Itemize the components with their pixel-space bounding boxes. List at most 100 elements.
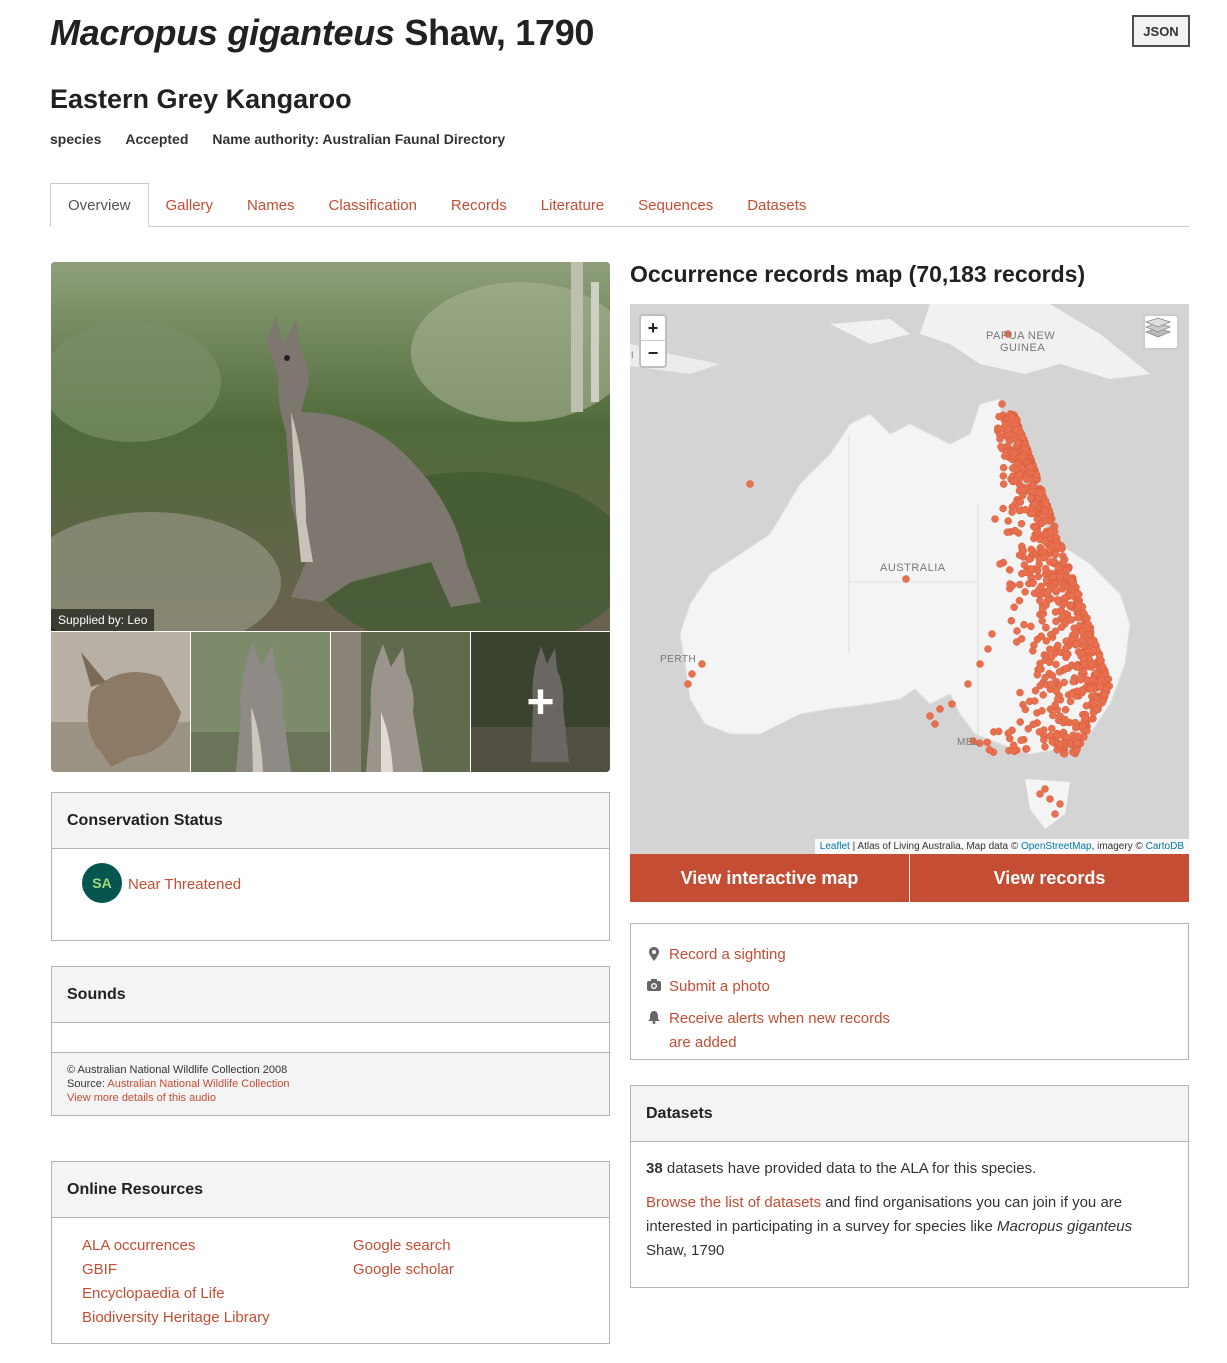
tab-datasets[interactable]: Datasets [730,183,823,227]
json-button[interactable]: JSON [1132,15,1190,47]
cartodb-link[interactable]: CartoDB [1146,841,1184,852]
occurrence-point [1052,687,1060,695]
actions-panel: Record a sighting Submit a photo Receive… [630,923,1189,1060]
occurrence-point [1062,732,1070,741]
receive-alerts-link[interactable]: Receive alerts when new records [669,1010,890,1027]
occurrence-point [1052,660,1060,669]
occurrence-point [1048,738,1057,746]
record-sighting-item[interactable]: Record a sighting [647,943,786,967]
conservation-status-link[interactable]: Near Threatened [128,876,241,893]
occurrence-point [976,660,984,668]
occurrence-point [1059,558,1068,566]
occurrence-point [902,575,910,583]
resource-link-ala-occurrences[interactable]: ALA occurrences [82,1237,195,1254]
occurrence-point [1080,642,1089,650]
resource-link-gbif[interactable]: GBIF [82,1261,117,1278]
occurrence-map[interactable]: PAPUA NEW GUINEA AUSTRALIA PERTH MEL I +… [630,304,1189,854]
view-records-button[interactable]: View records [910,854,1189,902]
osm-link[interactable]: OpenStreetMap [1021,841,1092,852]
occurrence-point [684,680,692,688]
occurrence-point [1063,566,1071,575]
panel-title: Datasets [631,1086,1188,1142]
map-marker-icon [649,947,659,961]
occurrence-point [1067,576,1075,585]
occurrence-point [1060,750,1069,758]
occurrence-point [1074,663,1082,671]
occurrence-point [1031,686,1040,695]
submit-photo-item[interactable]: Submit a photo [647,975,770,999]
rank-label: species [50,131,102,147]
occurrence-point [1051,585,1060,593]
audio-attribution: © Australian National Wildlife Collectio… [52,1053,609,1115]
main-species-image[interactable]: Supplied by: Leo [51,262,610,631]
gallery-thumbnail[interactable] [191,632,330,772]
occurrence-point [1042,564,1050,573]
resource-link-bhl[interactable]: Biodiversity Heritage Library [82,1309,270,1326]
occurrence-point [1020,620,1028,629]
browse-datasets-link[interactable]: Browse the list of datasets [646,1194,821,1211]
gallery-thumbnail[interactable] [331,632,470,772]
occurrence-point [1061,705,1070,714]
zoom-control: + − [639,314,667,368]
occurrence-point [1035,555,1043,563]
panel-title: Online Resources [52,1162,609,1218]
tab-names[interactable]: Names [230,183,312,227]
resource-link-eol[interactable]: Encyclopaedia of Life [82,1285,225,1302]
occurrence-point [988,630,996,638]
scientific-name: Macropus giganteus [50,12,395,53]
gallery-thumbnail-more[interactable]: + [471,632,610,772]
gallery-thumbnail[interactable] [51,632,190,772]
occurrence-point [983,738,992,747]
occurrence-point [1041,673,1049,682]
occurrence-point [1028,487,1037,496]
occurrence-point [1074,589,1082,598]
audio-copyright: © Australian National Wildlife Collectio… [67,1064,288,1076]
occurrence-point [1040,736,1048,744]
zoom-out-button[interactable]: − [641,341,665,366]
occurrence-point [1029,647,1037,655]
occurrence-point [1023,475,1031,484]
tab-literature[interactable]: Literature [524,183,621,227]
occurrence-point [1049,711,1057,720]
resource-link-google-scholar[interactable]: Google scholar [353,1261,454,1278]
audio-details-link[interactable]: View more details of this audio [67,1092,216,1104]
occurrence-point [1046,645,1054,653]
occurrence-point [1029,720,1037,729]
receive-alerts-item[interactable]: Receive alerts when new records are adde… [647,1007,890,1055]
tab-overview[interactable]: Overview [50,183,149,227]
tab-records[interactable]: Records [434,183,524,227]
status-label: Accepted [125,131,189,147]
occurrence-point [1017,736,1025,744]
tab-gallery[interactable]: Gallery [149,183,231,227]
occurrence-point [999,463,1008,472]
occurrence-point [994,727,1003,736]
map-label-perth: PERTH [660,654,697,665]
map-label-edge: I [631,350,635,360]
view-interactive-map-button[interactable]: View interactive map [630,854,909,902]
zoom-in-button[interactable]: + [641,316,665,341]
occurrence-point [1096,682,1104,691]
occurrence-point [1048,724,1056,733]
occurrence-point [1081,714,1089,722]
receive-alerts-link-line2[interactable]: are added [669,1034,737,1051]
occurrence-point [1010,477,1018,486]
layers-button[interactable] [1143,314,1179,350]
occurrence-point [1062,650,1071,659]
occurrence-point [1013,627,1021,635]
audio-player-area[interactable] [52,1023,609,1053]
tab-classification[interactable]: Classification [312,183,434,227]
occurrence-point [1027,545,1035,554]
leaflet-link[interactable]: Leaflet [820,841,850,852]
occurrence-point [1041,743,1049,751]
resource-link-google-search[interactable]: Google search [353,1237,451,1254]
occurrence-point [1053,542,1062,550]
occurrence-point [999,480,1008,488]
tab-sequences[interactable]: Sequences [621,183,730,227]
occurrence-point [1067,616,1076,624]
occurrence-point [1003,528,1012,536]
occurrence-point [1073,746,1081,754]
record-sighting-link[interactable]: Record a sighting [669,943,786,967]
audio-source-link[interactable]: Australian National Wildlife Collection [107,1078,289,1090]
datasets-count-text: datasets have provided data to the ALA f… [662,1160,1037,1177]
submit-photo-link[interactable]: Submit a photo [669,975,770,999]
